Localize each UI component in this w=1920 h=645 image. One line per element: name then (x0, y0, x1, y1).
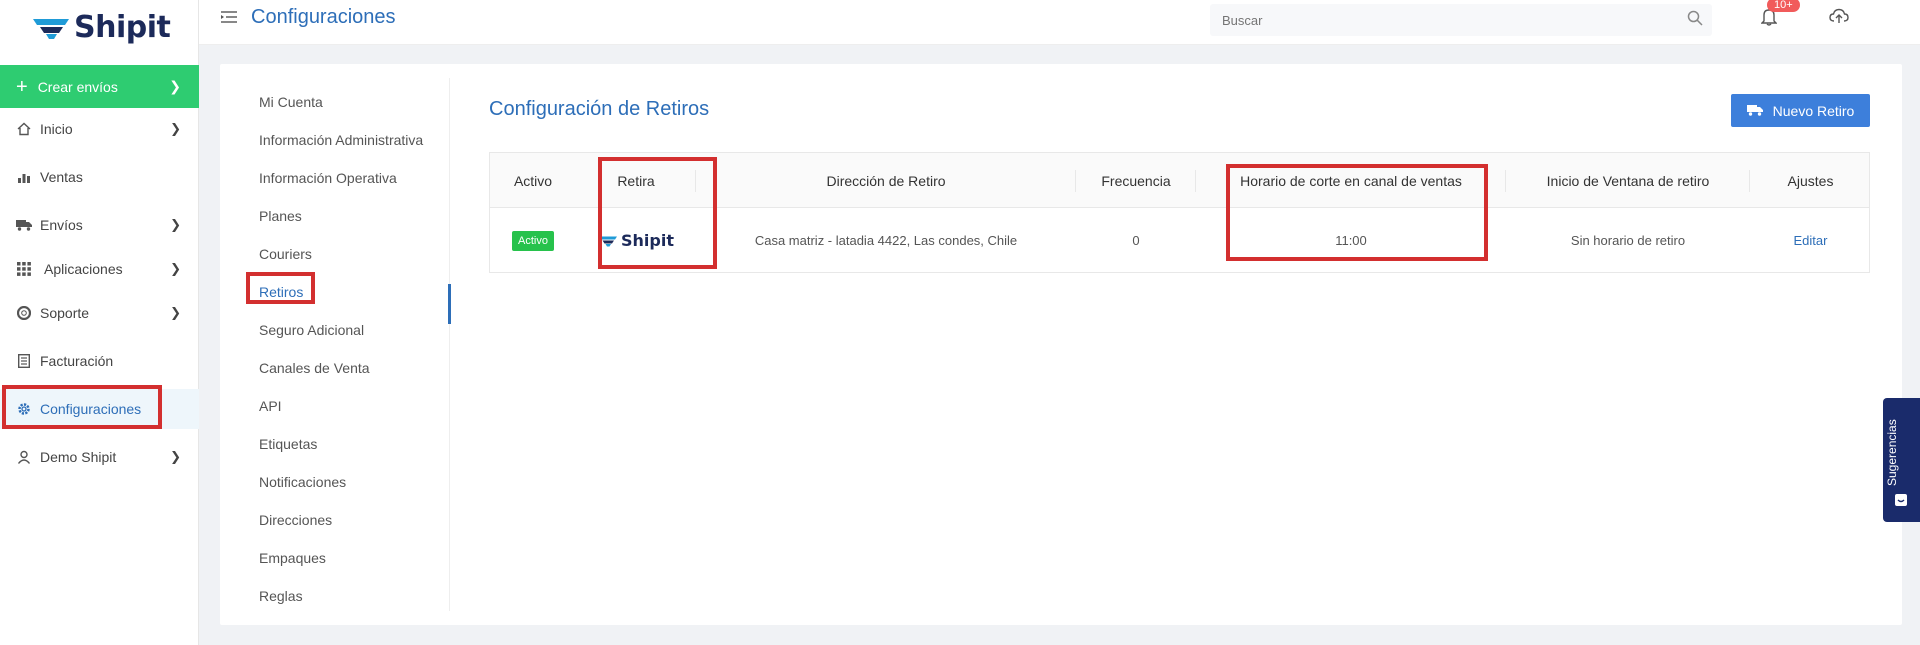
chevron-right-icon: ❯ (170, 217, 181, 232)
subnav-active-indicator (448, 284, 451, 324)
table-cell-window: Sin horario de retiro (1570, 233, 1686, 248)
top-header: Configuraciones 10+ (199, 0, 1920, 45)
page-title: Configuraciones (251, 6, 396, 28)
sidebar: Shipit + Crear envíos ❯ Inicio ❯ Ventas … (0, 0, 199, 645)
lifebuoy-icon (16, 306, 32, 320)
sidebar-item-label: Inicio (40, 121, 73, 137)
subnav-item[interactable]: Canales de Venta (259, 360, 370, 376)
chevron-right-icon: ❯ (170, 305, 181, 320)
column-header: Frecuencia (1076, 153, 1196, 208)
subnav-item[interactable]: Información Administrativa (259, 132, 423, 148)
subnav-item[interactable]: Información Operativa (259, 170, 397, 186)
subnav-item[interactable]: Mi Cuenta (259, 94, 323, 110)
sidebar-item-label: Configuraciones (40, 401, 142, 417)
feedback-label: Sugerencias (1885, 419, 1899, 486)
subnav-item[interactable]: Planes (259, 208, 302, 224)
sidebar-item-ventas[interactable]: Ventas (0, 157, 199, 197)
sidebar-item-soporte[interactable]: Soporte ❯ (0, 293, 199, 333)
shipit-logo-icon (33, 18, 69, 39)
subnav-item[interactable]: API (259, 398, 282, 414)
column-header: Inicio de Ventana de retiro (1506, 153, 1750, 208)
chevron-right-icon: ❯ (170, 449, 181, 464)
column-header: Dirección de Retiro (696, 153, 1076, 208)
pickups-table: Activo Retira Dirección de Retiro Frecue… (489, 152, 1870, 273)
cloud-upload-icon[interactable] (1829, 8, 1849, 27)
courier-logo: Shipit (598, 231, 674, 250)
truck-icon (1746, 103, 1763, 119)
feedback-tab[interactable]: Sugerencias (1883, 398, 1920, 522)
plus-icon: + (16, 75, 28, 98)
search-icon[interactable] (1687, 10, 1703, 29)
content-card: Mi Cuenta Información Administrativa Inf… (220, 64, 1902, 625)
sidebar-item-aplicaciones[interactable]: Aplicaciones ❯ (0, 249, 199, 289)
subnav-item[interactable]: Reglas (259, 588, 303, 604)
sidebar-item-label: Soporte (40, 305, 90, 321)
sidebar-item-demo-shipit[interactable]: Demo Shipit ❯ (0, 437, 199, 477)
shipit-logo[interactable]: Shipit (32, 10, 171, 45)
subnav-item[interactable]: Etiquetas (259, 436, 317, 452)
search-input[interactable] (1210, 4, 1712, 36)
table-cell-status: Activo (490, 208, 576, 273)
create-shipment-label: Crear envíos (37, 78, 118, 95)
sidebar-item-label: Facturación (40, 353, 114, 369)
column-header: Retira (576, 153, 696, 208)
chevron-right-icon: ❯ (169, 78, 181, 94)
gear-icon (16, 402, 32, 416)
table-cell-cutoff: 11:00 (1335, 233, 1367, 248)
column-header: Activo (513, 172, 553, 189)
user-icon (16, 450, 32, 464)
sidebar-item-facturacion[interactable]: Facturación (0, 341, 199, 381)
shipit-logo-icon (599, 236, 617, 246)
table-cell-actions: Editar (1750, 208, 1871, 273)
subnav-item[interactable]: Couriers (259, 246, 312, 262)
subnav-item[interactable]: Notificaciones (259, 474, 346, 490)
chat-icon (1894, 493, 1908, 510)
grid-icon (16, 262, 32, 276)
menu-collapse-icon[interactable] (221, 10, 237, 27)
subnav-item[interactable]: Direcciones (259, 512, 332, 528)
truck-icon (16, 219, 32, 231)
settings-subnav: Mi Cuenta Información Administrativa Inf… (220, 78, 451, 611)
sidebar-item-envios[interactable]: Envíos ❯ (0, 205, 199, 245)
courier-logo-text: Shipit (621, 231, 674, 250)
sidebar-item-label: Envíos (40, 217, 83, 233)
sidebar-item-inicio[interactable]: Inicio ❯ (0, 109, 199, 149)
notifications-badge: 10+ (1767, 0, 1800, 12)
create-shipment-button[interactable]: + Crear envíos ❯ (0, 65, 199, 108)
section-title: Configuración de Retiros (489, 98, 710, 120)
column-header: Horario de corte en canal de ventas (1196, 153, 1506, 208)
table-header: Activo Retira Dirección de Retiro Frecue… (490, 153, 1869, 208)
sidebar-item-configuraciones[interactable]: Configuraciones (0, 389, 199, 429)
chevron-right-icon: ❯ (170, 261, 181, 276)
home-icon (16, 122, 32, 136)
brand-name: Shipit (74, 10, 171, 45)
new-pickup-button[interactable]: Nuevo Retiro (1731, 94, 1870, 127)
subnav-item-retiros[interactable]: Retiros (259, 284, 303, 300)
subnav-item[interactable]: Empaques (259, 550, 326, 566)
edit-link[interactable]: Editar (1794, 233, 1828, 248)
sales-chart-icon (16, 170, 32, 184)
sidebar-item-label: Ventas (40, 169, 83, 185)
subnav-item[interactable]: Seguro Adicional (259, 322, 364, 338)
sidebar-item-label: Demo Shipit (40, 449, 117, 465)
column-header: Ajustes (1787, 172, 1834, 189)
table-cell-address: Casa matriz - latadia 4422, Las condes, … (754, 233, 1018, 248)
sidebar-item-label: Aplicaciones (44, 261, 123, 277)
chevron-right-icon: ❯ (170, 121, 181, 136)
table-cell-frequency: 0 (1132, 233, 1140, 248)
status-badge: Activo (512, 230, 554, 251)
invoice-icon (16, 354, 32, 368)
table-cell-courier: Shipit (576, 208, 696, 273)
new-pickup-label: Nuevo Retiro (1772, 102, 1855, 119)
